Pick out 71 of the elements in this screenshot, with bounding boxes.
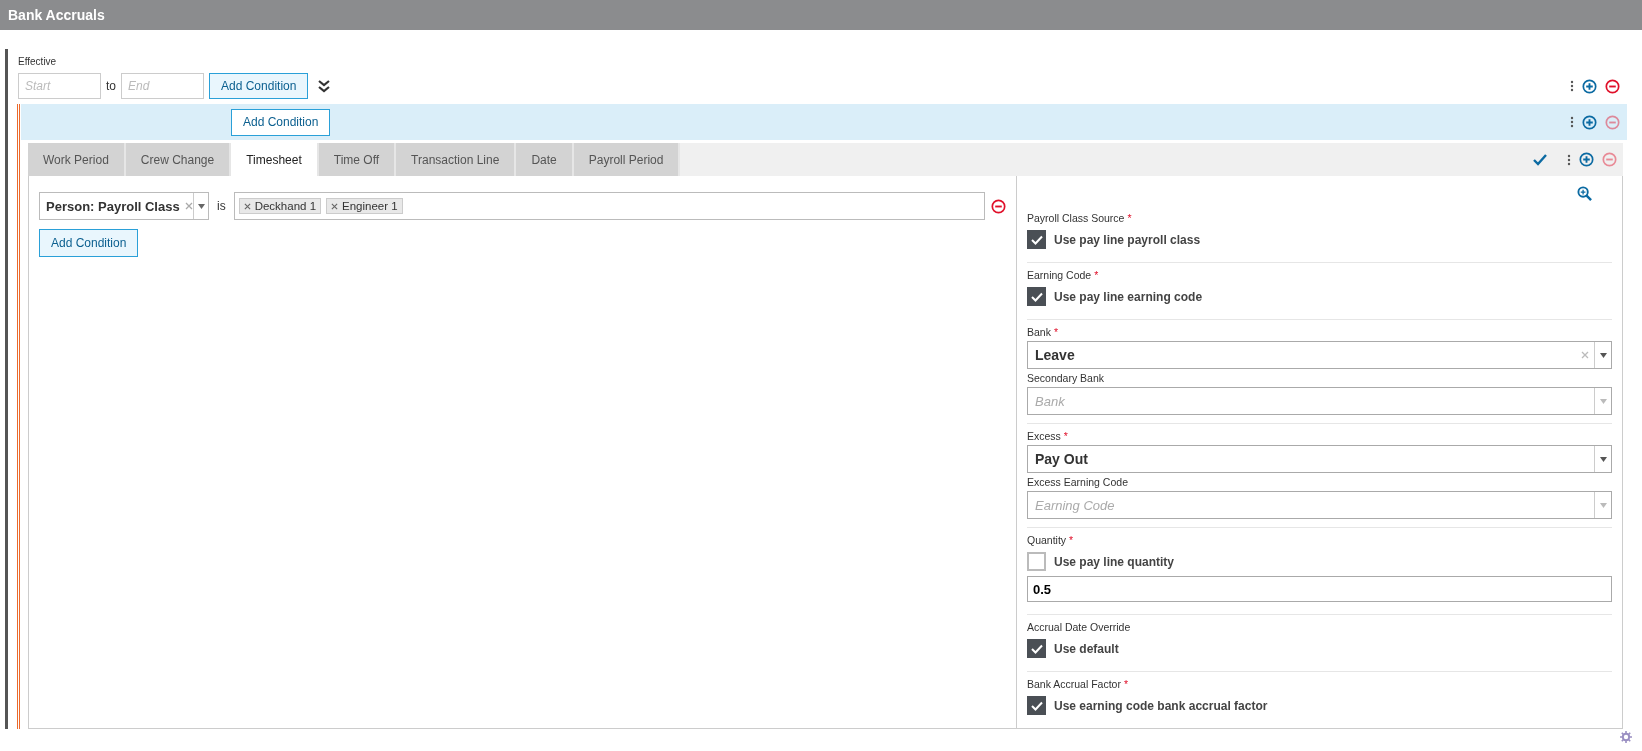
checkbox[interactable] xyxy=(1027,287,1046,306)
checkmark-icon xyxy=(1030,700,1043,711)
field-label: Quantity xyxy=(1027,534,1067,546)
add-condition-button[interactable]: Add Condition xyxy=(209,73,309,99)
tab[interactable]: Time Off xyxy=(318,143,397,176)
checkbox-label: Use pay line payroll class xyxy=(1054,232,1201,247)
field-label: Accrual Date Override xyxy=(1027,621,1131,633)
tab[interactable]: Timesheet xyxy=(231,143,319,176)
values-field[interactable]: Deckhand 1 Engineer 1 xyxy=(233,192,985,220)
remove-icon[interactable] xyxy=(991,198,1006,214)
required-mark: * xyxy=(1094,269,1099,281)
field-label: Bank Accrual Factor xyxy=(1027,678,1121,690)
tab[interactable]: Payroll Period xyxy=(573,143,681,176)
add-icon[interactable] xyxy=(1582,114,1597,130)
add-condition-button[interactable]: Add Condition xyxy=(39,229,139,257)
more-icon[interactable] xyxy=(1570,116,1574,128)
required-mark: * xyxy=(1063,430,1068,442)
required-mark: * xyxy=(1053,326,1059,338)
checkbox[interactable] xyxy=(1027,552,1046,571)
field-label: Payroll Class Source xyxy=(1027,212,1125,224)
field-select[interactable]: Person: Payroll Class xyxy=(39,192,209,220)
quantity-field[interactable]: 0.5 xyxy=(1027,576,1612,602)
required-mark: * xyxy=(1127,212,1132,224)
tag-label: Deckhand 1 xyxy=(254,200,317,212)
checkbox-label: Use pay line quantity xyxy=(1054,554,1175,569)
tag-label: Engineer 1 xyxy=(342,200,398,212)
remove-tag-icon[interactable] xyxy=(331,202,339,210)
remove-tag-icon[interactable] xyxy=(243,202,251,210)
add-icon[interactable] xyxy=(1579,152,1594,167)
more-icon[interactable] xyxy=(1570,80,1574,92)
tab[interactable]: Work Period xyxy=(28,143,126,176)
checkmark-icon[interactable] xyxy=(1533,153,1547,166)
dropdown-arrow-icon xyxy=(1599,398,1607,404)
select-field[interactable]: Leave xyxy=(1027,341,1612,369)
dropdown-arrow-icon xyxy=(1599,456,1607,462)
checkbox-label: Use default xyxy=(1054,641,1119,656)
field-label: Earning Code xyxy=(1027,269,1092,281)
required-mark: * xyxy=(1069,534,1074,546)
end-date-field[interactable]: End xyxy=(121,73,204,99)
page-title: Bank Accruals xyxy=(8,7,105,23)
add-icon[interactable] xyxy=(1582,78,1597,94)
dropdown-arrow-icon xyxy=(1599,502,1607,508)
zoom-icon[interactable] xyxy=(1577,186,1592,201)
more-icon[interactable] xyxy=(1567,153,1571,166)
checkmark-icon xyxy=(1030,291,1043,302)
gear-icon[interactable] xyxy=(1620,731,1632,743)
dropdown-arrow-icon xyxy=(197,203,205,209)
range-separator: to xyxy=(106,79,116,93)
field-label: Effective xyxy=(18,56,58,67)
select-field[interactable]: Pay Out xyxy=(1027,445,1612,473)
field-label: Excess Earning Code xyxy=(1027,476,1128,488)
checkbox[interactable] xyxy=(1027,639,1046,658)
checkmark-icon xyxy=(1030,643,1043,654)
dropdown-arrow-icon xyxy=(1599,352,1607,358)
required-mark: * xyxy=(1123,678,1129,690)
tab[interactable]: Crew Change xyxy=(125,143,232,176)
checkbox-label: Use earning code bank accrual factor xyxy=(1054,698,1268,713)
start-date-field[interactable]: Start xyxy=(18,73,101,99)
add-condition-button[interactable]: Add Condition xyxy=(231,108,331,136)
field-label: Secondary Bank xyxy=(1027,372,1105,384)
checkbox-label: Use pay line earning code xyxy=(1054,289,1203,304)
double-chevron-icon[interactable] xyxy=(317,79,332,93)
checkbox[interactable] xyxy=(1027,230,1046,249)
field-label: Excess xyxy=(1027,430,1061,442)
operator-label: is xyxy=(217,199,226,213)
field-label: Bank xyxy=(1027,326,1051,338)
tab[interactable]: Date xyxy=(516,143,574,176)
tab[interactable]: Transaction Line xyxy=(396,143,517,176)
checkbox[interactable] xyxy=(1027,696,1046,715)
remove-icon[interactable] xyxy=(1605,78,1620,94)
checkmark-icon xyxy=(1030,234,1043,245)
